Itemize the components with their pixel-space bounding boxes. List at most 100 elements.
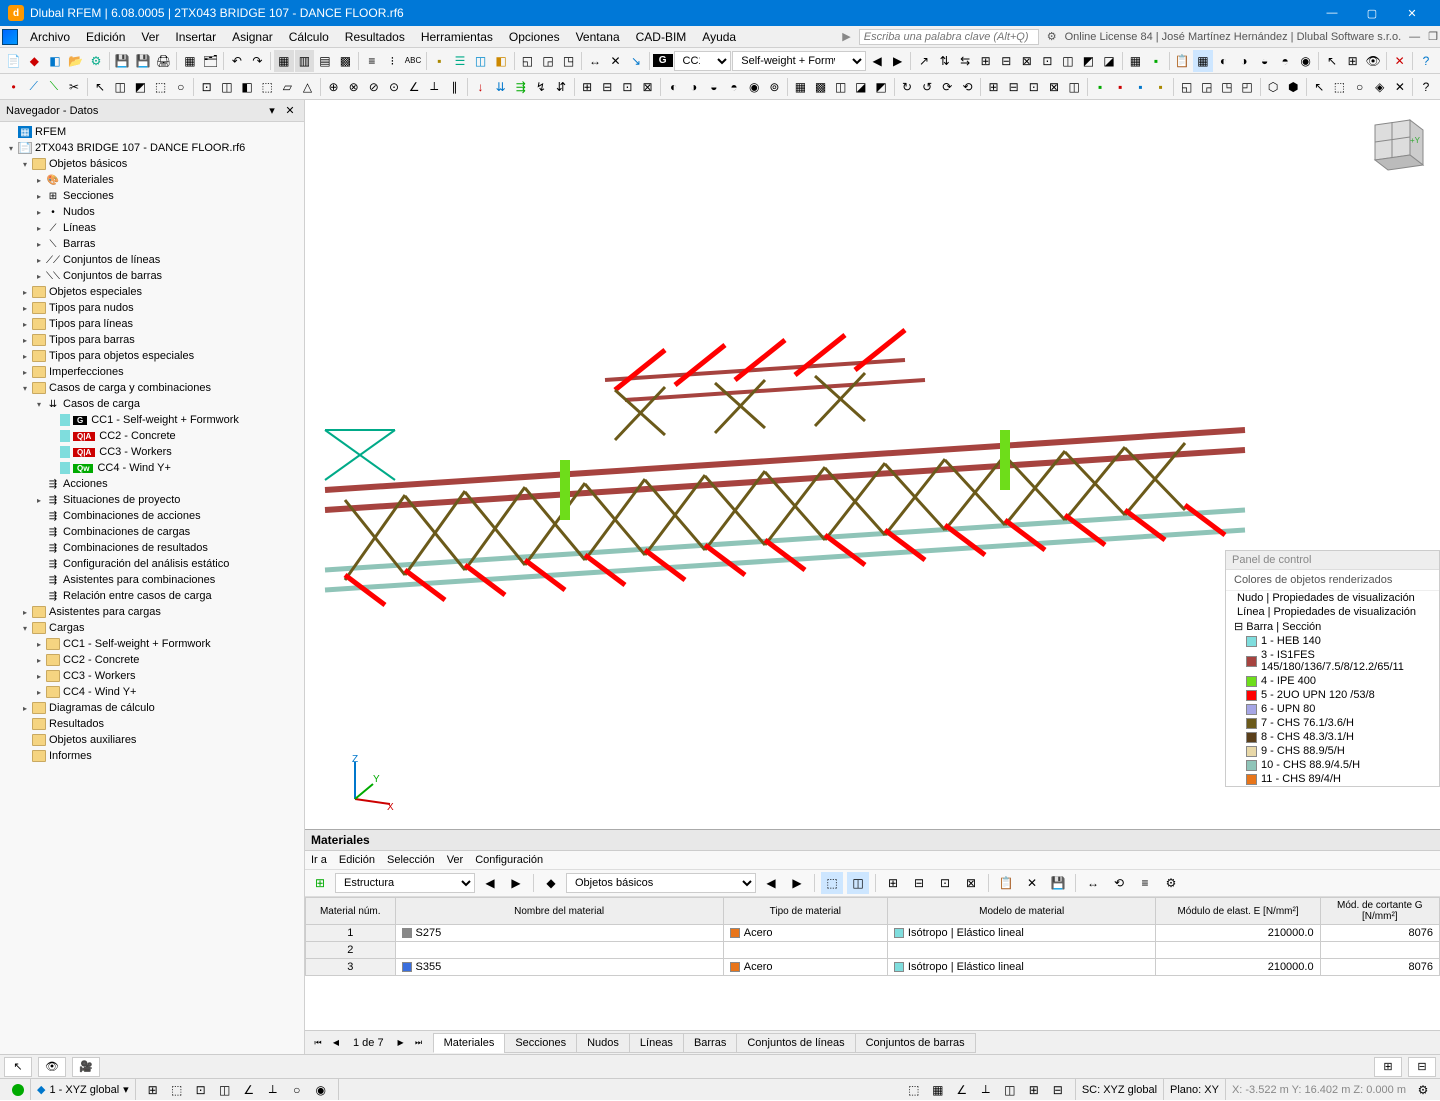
sb8-icon[interactable]: ◉ <box>310 1079 332 1101</box>
v9-icon[interactable]: ◫ <box>831 76 850 98</box>
tt4-icon[interactable]: ⊟ <box>908 872 930 894</box>
tt9-icon[interactable]: 💾 <box>1047 872 1069 894</box>
sb6-icon[interactable]: ⟂ <box>262 1079 284 1101</box>
t17-icon[interactable]: ◒ <box>1255 50 1275 72</box>
tables-icon[interactable]: ▦ <box>180 50 200 72</box>
menu-edición[interactable]: Edición <box>78 28 133 46</box>
v6-icon[interactable]: ⊚ <box>765 76 784 98</box>
sb3-icon[interactable]: ⊡ <box>190 1079 212 1101</box>
t12-icon[interactable]: ▪ <box>1146 50 1166 72</box>
expand-icon[interactable]: ▾ <box>4 141 18 155</box>
t19-icon[interactable]: ◉ <box>1296 50 1316 72</box>
options-icon[interactable]: ⚙ <box>86 50 106 72</box>
m1-icon[interactable]: ⊞ <box>984 76 1003 98</box>
open-icon[interactable]: 📂 <box>66 50 86 72</box>
tree-load-2[interactable]: ▸ CC3 - Workers <box>0 668 304 684</box>
tree-load-1[interactable]: ▸ CC2 - Concrete <box>0 652 304 668</box>
table-row[interactable]: 3 S355 Acero Isótropo | Elástico lineal … <box>306 959 1440 976</box>
num2-icon[interactable]: ⁝ <box>383 50 403 72</box>
nav-prev-icon[interactable]: ◀ <box>479 872 501 894</box>
bp-menu-Edición[interactable]: Edición <box>339 854 375 866</box>
c1-icon[interactable]: ▪ <box>1091 76 1110 98</box>
snap6-icon[interactable]: ⟂ <box>425 76 444 98</box>
cp-sec-3[interactable]: 5 - 2UO UPN 120 /53/8 <box>1226 688 1439 702</box>
tree-bot-0[interactable]: ▸ Diagramas de cálculo <box>0 700 304 716</box>
expand-icon[interactable]: ▸ <box>32 237 46 251</box>
table-row[interactable]: 1 S275 Acero Isótropo | Elástico lineal … <box>306 925 1440 942</box>
expand-icon[interactable]: ▾ <box>32 397 46 411</box>
sel2-icon[interactable]: ◫ <box>111 76 130 98</box>
color2-icon[interactable]: ☰ <box>450 50 470 72</box>
expand-icon[interactable] <box>46 445 60 459</box>
tt1-icon[interactable]: ⬚ <box>821 872 843 894</box>
node-icon[interactable]: • <box>4 76 23 98</box>
panel2-icon[interactable]: ⊟ <box>1408 1057 1436 1077</box>
c4-icon[interactable]: ▪ <box>1151 76 1170 98</box>
new-icon[interactable]: 📄 <box>4 50 24 72</box>
draw1-icon[interactable]: ⊡ <box>197 76 216 98</box>
m2-icon[interactable]: ⊟ <box>1004 76 1023 98</box>
snap5-icon[interactable]: ∠ <box>405 76 424 98</box>
keyword-search[interactable] <box>859 29 1039 45</box>
v5-icon[interactable]: ◉ <box>745 76 764 98</box>
obj-prev-icon[interactable]: ◀ <box>760 872 782 894</box>
t7-icon[interactable]: ⊡ <box>1038 50 1058 72</box>
tree-lcsub-4[interactable]: ⇶Combinaciones de resultados <box>0 540 304 556</box>
expand-icon[interactable]: ▸ <box>32 269 46 283</box>
load2-icon[interactable]: ⇊ <box>491 76 510 98</box>
bp-tab-5[interactable]: Conjuntos de líneas <box>736 1033 855 1053</box>
tt6-icon[interactable]: ⊠ <box>960 872 982 894</box>
t23-icon[interactable]: ✕ <box>1390 50 1410 72</box>
expand-icon[interactable]: ▾ <box>18 621 32 635</box>
cp-sec-6[interactable]: 8 - CHS 48.3/3.1/H <box>1226 730 1439 744</box>
objects-select[interactable]: Objetos básicos <box>566 873 756 893</box>
tree-case-1[interactable]: Q|ACC2 - Concrete <box>0 428 304 444</box>
menu-cálculo[interactable]: Cálculo <box>281 28 337 46</box>
tree-f1-3[interactable]: ▸ Tipos para barras <box>0 332 304 348</box>
arrow-h-icon[interactable]: ↔ <box>585 50 605 72</box>
sb14-icon[interactable]: ⊞ <box>1023 1079 1045 1101</box>
menu-asignar[interactable]: Asignar <box>224 28 281 46</box>
t22-icon[interactable]: 👁 <box>1363 50 1383 72</box>
sb-gear-icon[interactable]: ⚙ <box>1412 1079 1434 1101</box>
expand-icon[interactable]: ▸ <box>18 349 32 363</box>
expand-icon[interactable]: ▸ <box>32 189 46 203</box>
tree-basic-0[interactable]: ▸ 🎨Materiales <box>0 172 304 188</box>
mod1-icon[interactable]: ⊞ <box>578 76 597 98</box>
bp-tab-1[interactable]: Secciones <box>504 1033 577 1053</box>
tt7-icon[interactable]: 📋 <box>995 872 1017 894</box>
cp-cat-2[interactable]: ⊟ Barra | Sección <box>1226 619 1439 634</box>
prev-page-icon[interactable]: ◀ <box>327 1034 345 1052</box>
tree-f1-5[interactable]: ▸ Imperfecciones <box>0 364 304 380</box>
tt13-icon[interactable]: ⚙ <box>1160 872 1182 894</box>
num1-icon[interactable]: ≡ <box>362 50 382 72</box>
sb15-icon[interactable]: ⊟ <box>1047 1079 1069 1101</box>
expand-icon[interactable]: ▸ <box>32 493 46 507</box>
expand-icon[interactable]: ▸ <box>18 301 32 315</box>
e4-icon[interactable]: ◈ <box>1370 76 1389 98</box>
e3-icon[interactable]: ○ <box>1350 76 1369 98</box>
v4-icon[interactable]: ◓ <box>724 76 743 98</box>
r3-icon[interactable]: ⟳ <box>938 76 957 98</box>
e1-icon[interactable]: ↖ <box>1310 76 1329 98</box>
p2-icon[interactable]: ⬢ <box>1284 76 1303 98</box>
expand-icon[interactable] <box>18 749 32 763</box>
expand-icon[interactable] <box>46 413 60 427</box>
r2-icon[interactable]: ↺ <box>918 76 937 98</box>
close-button[interactable]: ✕ <box>1392 0 1432 26</box>
expand-icon[interactable]: ▸ <box>18 285 32 299</box>
cube3-icon[interactable]: ◳ <box>559 50 579 72</box>
tree-file[interactable]: ▾ 📄2TX043 BRIDGE 107 - DANCE FLOOR.rf6 <box>0 140 304 156</box>
tree-lcsub-6[interactable]: ⇶Asistentes para combinaciones <box>0 572 304 588</box>
sb9-icon[interactable]: ⬚ <box>903 1079 925 1101</box>
tree-assist[interactable]: ▸ Asistentes para cargas <box>0 604 304 620</box>
arrow-d-icon[interactable]: ↘ <box>626 50 646 72</box>
draw6-icon[interactable]: △ <box>298 76 317 98</box>
o2-icon[interactable]: ◲ <box>1197 76 1216 98</box>
tree-basic-3[interactable]: ▸ ⟋Líneas <box>0 220 304 236</box>
t1-icon[interactable]: ↗ <box>914 50 934 72</box>
draw2-icon[interactable]: ◫ <box>217 76 236 98</box>
v2-icon[interactable]: ◑ <box>684 76 703 98</box>
tree-bot-1[interactable]: Resultados <box>0 716 304 732</box>
expand-icon[interactable]: ▸ <box>32 205 46 219</box>
